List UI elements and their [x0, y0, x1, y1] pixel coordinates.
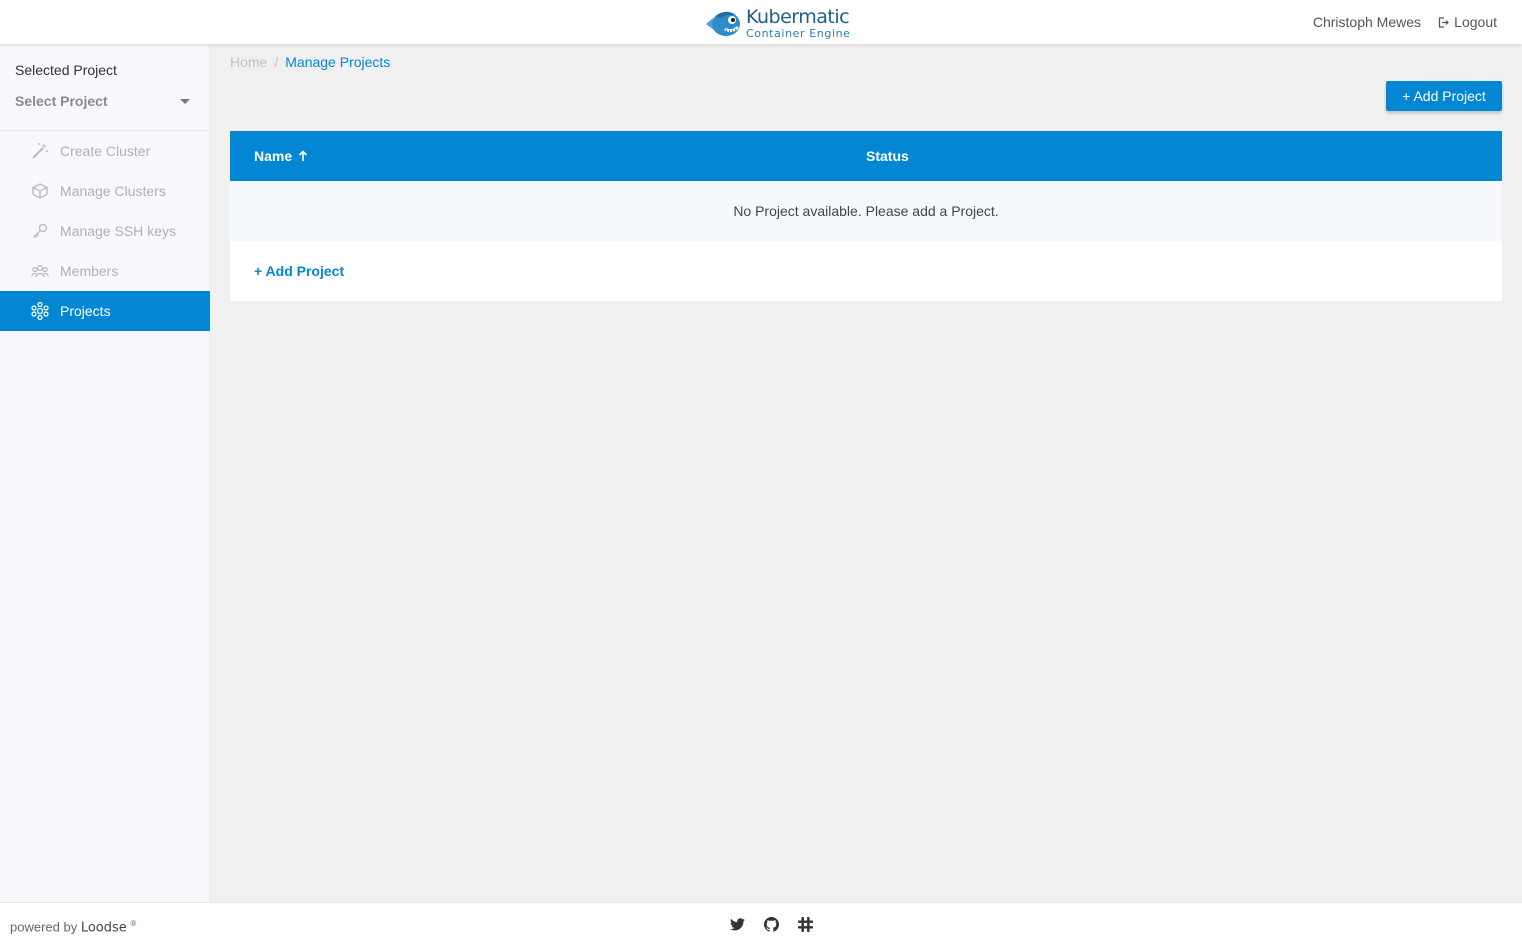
column-header-status[interactable]: Status: [866, 148, 909, 164]
sidebar-item-members[interactable]: Members: [0, 251, 210, 291]
twitter-icon[interactable]: [728, 915, 746, 933]
social-links: [728, 915, 830, 933]
empty-state-message: No Project available. Please add a Proje…: [733, 203, 999, 219]
logo-title: Kubermatic: [746, 5, 850, 28]
sidebar-item-label: Members: [60, 263, 119, 279]
magic-wand-icon: [30, 141, 50, 161]
column-header-label: Name: [254, 148, 293, 164]
logo-subtitle: Container Engine: [746, 26, 851, 40]
sidebar-item-label: Projects: [60, 303, 111, 319]
sidebar-item-label: Manage Clusters: [60, 183, 166, 199]
project-select[interactable]: Select Project: [15, 91, 193, 111]
logout-label: Logout: [1454, 14, 1497, 30]
sidebar-item-projects[interactable]: Projects: [0, 291, 210, 331]
table-header: Name Status: [230, 131, 1502, 181]
app-header: Kubermatic Container Engine Christoph Me…: [0, 0, 1522, 45]
projects-icon: [30, 301, 50, 321]
sidebar-item-manage-clusters[interactable]: Manage Clusters: [0, 171, 210, 211]
breadcrumb-current: Manage Projects: [285, 54, 391, 70]
powered-by: powered by Loodse ®: [10, 919, 136, 935]
members-icon: [30, 261, 50, 281]
sidebar-item-ssh-keys[interactable]: Manage SSH keys: [0, 211, 210, 251]
sidebar: Selected Project Select Project Create C…: [0, 45, 210, 902]
logout-button[interactable]: Logout: [1438, 14, 1497, 30]
add-project-link[interactable]: + Add Project: [254, 263, 344, 279]
sidebar-item-label: Manage SSH keys: [60, 223, 176, 239]
key-icon: [30, 221, 50, 241]
sidebar-item-create-cluster[interactable]: Create Cluster: [0, 131, 210, 171]
selected-project-label: Selected Project: [15, 62, 117, 78]
slack-icon[interactable]: [796, 915, 814, 933]
project-select-value: Select Project: [15, 93, 108, 109]
add-project-row: + Add Project: [230, 241, 1502, 301]
add-project-button[interactable]: + Add Project: [1386, 81, 1502, 111]
logout-icon: [1439, 16, 1450, 28]
footer: powered by Loodse ®: [0, 902, 1522, 943]
powered-by-text: powered by: [10, 919, 78, 935]
registered-mark: ®: [130, 919, 137, 928]
breadcrumb-home[interactable]: Home: [230, 54, 267, 70]
cube-cluster-icon: [30, 181, 50, 201]
loodse-link[interactable]: Loodse: [81, 920, 127, 935]
projects-table: Name Status No Project available. Please…: [230, 131, 1502, 301]
empty-state-row: No Project available. Please add a Proje…: [230, 181, 1502, 241]
breadcrumb: Home / Manage Projects: [230, 54, 390, 70]
sidebar-item-label: Create Cluster: [60, 143, 151, 159]
sidebar-nav: Create Cluster Manage Clusters Manage SS…: [0, 131, 210, 331]
breadcrumb-separator: /: [274, 54, 279, 70]
sort-arrow-up-icon: [299, 150, 308, 161]
caret-down-icon: [180, 98, 190, 104]
kubermatic-logo[interactable]: Kubermatic Container Engine: [704, 5, 851, 41]
github-icon[interactable]: [762, 915, 780, 933]
kubermatic-fish-icon: [706, 11, 740, 36]
column-header-name[interactable]: Name: [254, 148, 308, 164]
user-name[interactable]: Christoph Mewes: [1313, 14, 1421, 30]
